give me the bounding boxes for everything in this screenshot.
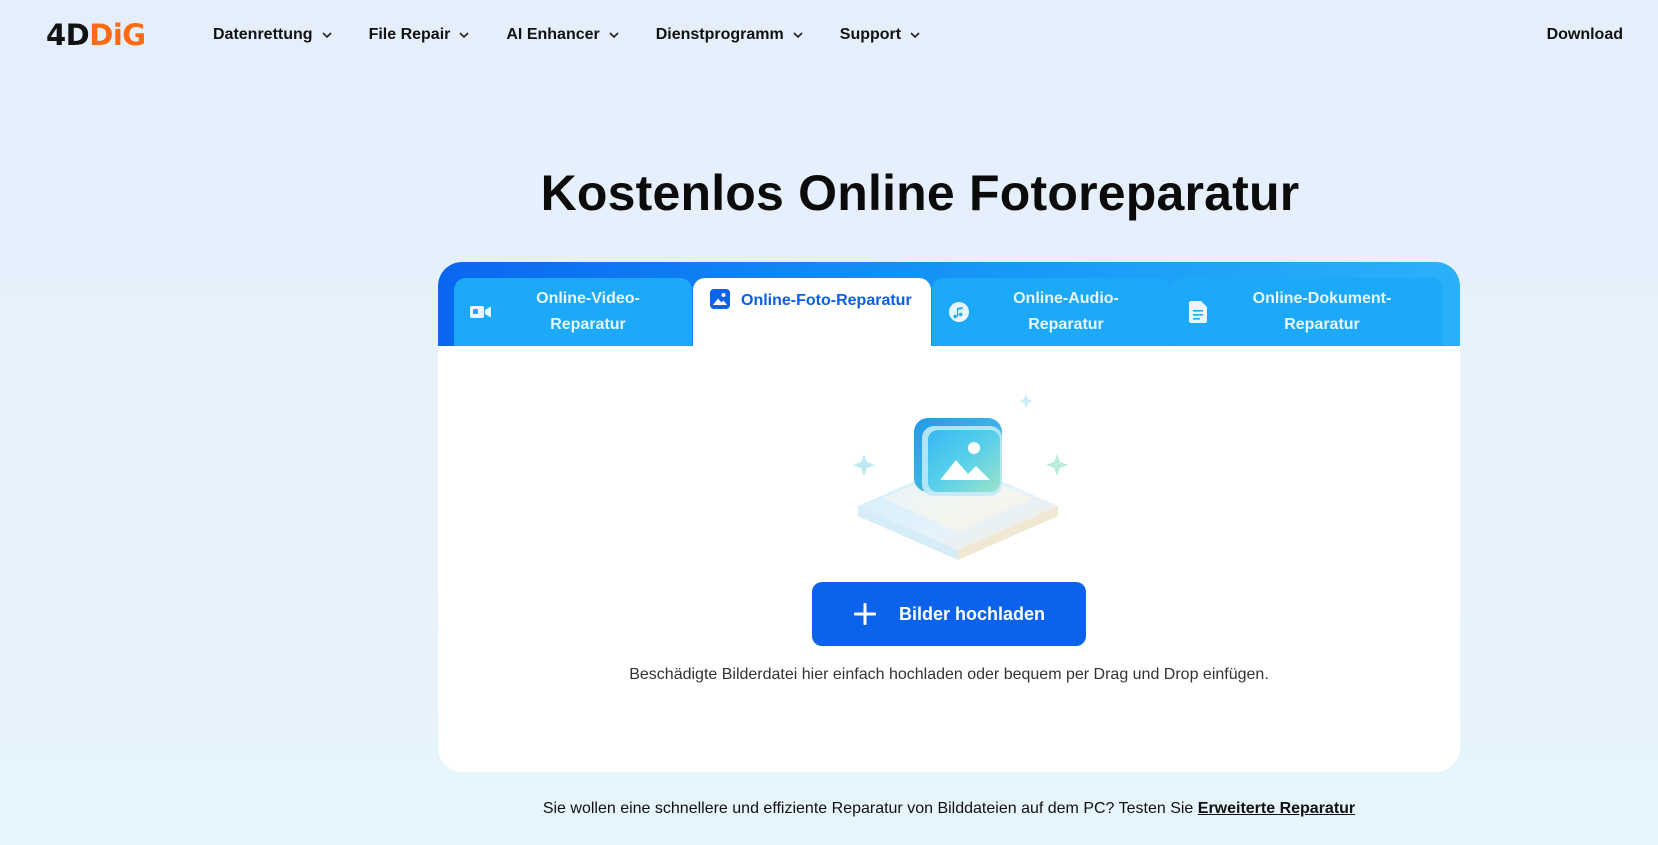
- upload-button-label: Bilder hochladen: [898, 603, 1046, 624]
- chevron-down-icon: [321, 32, 332, 39]
- tab-label: Online-Foto-Reparatur: [741, 292, 912, 309]
- nav-item-support[interactable]: Support: [840, 23, 921, 47]
- video-camera-icon: [470, 301, 492, 323]
- download-link[interactable]: Download: [1547, 23, 1623, 47]
- chevron-down-icon: [609, 32, 619, 39]
- tab-label: Online-Audio- Reparatur: [970, 286, 1170, 338]
- document-icon: [1187, 301, 1209, 323]
- plus-icon: [853, 603, 876, 625]
- tab-online-dokument-reparatur[interactable]: Online-Dokument- Reparatur: [1171, 278, 1443, 346]
- chevron-down-icon: [793, 32, 803, 39]
- tab-online-audio-reparatur[interactable]: Online-Audio- Reparatur: [932, 278, 1170, 346]
- chevron-down-icon: [459, 32, 469, 39]
- advanced-repair-link[interactable]: Erweiterte Reparatur: [1198, 800, 1355, 817]
- tab-label-line2: Reparatur: [1028, 316, 1104, 333]
- repair-card: Online-Video- Reparatur Online-Foto-Repar…: [438, 262, 1460, 772]
- tab-label-line1: Online-Video-: [536, 290, 640, 307]
- nav-label: Support: [839, 26, 902, 43]
- tab-label: Online-Dokument- Reparatur: [1209, 286, 1443, 338]
- advanced-repair-note: Sie wollen eine schnellere und effizient…: [0, 797, 1658, 821]
- upload-images-button[interactable]: Bilder hochladen: [812, 582, 1086, 646]
- photo-upload-illustration: [853, 394, 1068, 560]
- note-text: Sie wollen eine schnellere und effizient…: [542, 800, 1198, 817]
- tab-bar: Online-Video- Reparatur Online-Foto-Repar…: [438, 262, 1460, 346]
- upload-hint: Beschädigte Bilderdatei hier einfach hoc…: [629, 666, 1269, 683]
- logo-text-dig: DiG: [89, 18, 146, 52]
- logo-text-4d: 4D: [46, 18, 90, 52]
- page-title: Kostenlos Online Fotoreparatur: [540, 165, 1300, 221]
- main-nav: Datenrettung File Repair AI Enhancer Die…: [213, 23, 957, 47]
- site-header: 4DDiG Datenrettung File Repair AI Enhanc…: [0, 0, 1658, 70]
- tab-label-line1: Online-Dokument-: [1252, 290, 1392, 307]
- tab-online-video-reparatur[interactable]: Online-Video- Reparatur: [454, 278, 692, 346]
- nav-label: Dienstprogramm: [655, 26, 784, 43]
- music-note-icon: [948, 301, 970, 323]
- nav-item-dienstprogramm[interactable]: Dienstprogramm: [656, 23, 804, 47]
- nav-label: File Repair: [368, 26, 451, 43]
- tab-label-line1: Online-Audio-: [1013, 290, 1119, 307]
- nav-item-file-repair[interactable]: File Repair: [369, 23, 471, 47]
- chevron-down-icon: [910, 32, 920, 39]
- nav-item-ai-enhancer[interactable]: AI Enhancer: [506, 23, 619, 47]
- tab-label-line2: Reparatur: [550, 316, 626, 333]
- nav-item-datenrettung[interactable]: Datenrettung: [213, 23, 333, 47]
- brand-logo[interactable]: 4DDiG: [46, 18, 146, 52]
- tab-label: Online-Video- Reparatur: [492, 286, 692, 338]
- nav-label: AI Enhancer: [506, 26, 600, 43]
- tab-online-foto-reparatur[interactable]: Online-Foto-Reparatur: [693, 278, 931, 346]
- nav-label: Datenrettung: [213, 26, 313, 43]
- image-icon: [709, 288, 731, 310]
- tab-label-line2: Reparatur: [1284, 316, 1360, 333]
